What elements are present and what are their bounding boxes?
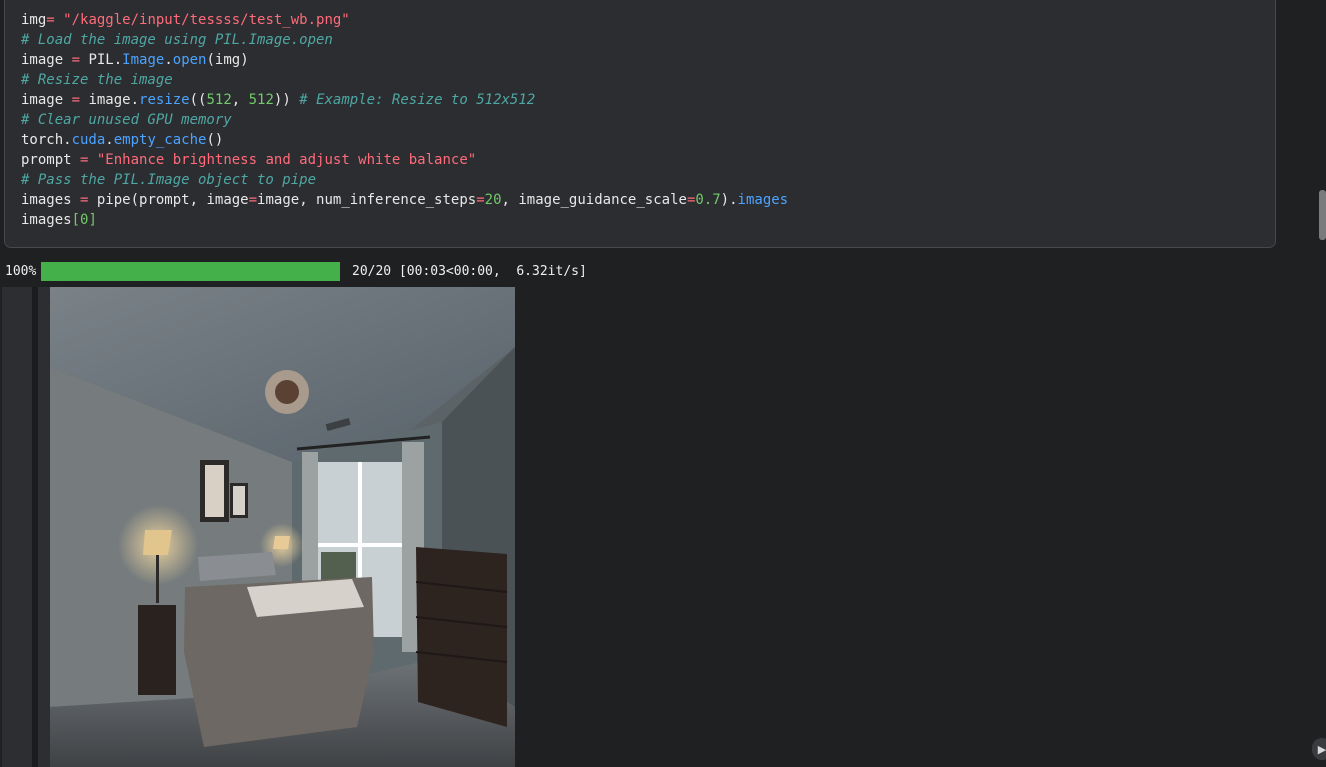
code-token: )) — [273, 92, 300, 108]
code-token: img — [21, 12, 47, 28]
code-token: torch. — [21, 132, 72, 148]
code-cell[interactable]: img= "/kaggle/input/tessss/test_wb.png" #… — [4, 0, 1276, 248]
code-token: 0.7 — [695, 192, 721, 208]
code-line: prompt = "Enhance brightness and adjust … — [21, 150, 788, 170]
code-token: ] — [88, 212, 97, 228]
code-token: image. — [80, 92, 140, 108]
code-token: images — [737, 192, 789, 208]
code-token: images — [21, 192, 81, 208]
code-token: [ — [71, 212, 81, 228]
progress-bar — [41, 261, 340, 281]
code-token: (img) — [206, 52, 249, 68]
code-line: images[0] — [21, 210, 788, 230]
code-token: 512 — [206, 92, 232, 108]
code-line: # Resize the image — [21, 70, 788, 90]
code-line: image = PIL.Image.open(img) — [21, 50, 788, 70]
code-line: image = image.resize((512, 512)) # Examp… — [21, 90, 788, 110]
play-icon[interactable]: ▶ — [1312, 738, 1326, 760]
code-token: , image_guidance_scale — [501, 192, 687, 208]
code-line: # Load the image using PIL.Image.open — [21, 30, 788, 50]
code-token: cuda — [71, 132, 106, 148]
code-line: img= "/kaggle/input/tessss/test_wb.png" — [21, 10, 788, 30]
code-line: images = pipe(prompt, image=image, num_i… — [21, 190, 788, 210]
code-line: # Pass the PIL.Image object to pipe — [21, 170, 788, 190]
code-token: # Resize the image — [21, 72, 173, 88]
code-token: = — [71, 92, 81, 108]
code-token: images — [21, 212, 72, 228]
code-token: = — [46, 12, 55, 28]
code-token: pipe(prompt, image — [88, 192, 249, 208]
progress-status: 20/20 [00:03<00:00, 6.32it/s] — [352, 263, 587, 279]
code-token: image, num_inference_steps — [257, 192, 477, 208]
code-line: # Clear unused GPU memory — [21, 110, 788, 130]
code-token: = — [476, 192, 485, 208]
code-token: # Clear unused GPU memory — [21, 112, 232, 128]
code-token: prompt — [21, 152, 81, 168]
code-token: 20 — [484, 192, 502, 208]
code-token: = — [248, 192, 258, 208]
vertical-scrollbar-thumb[interactable] — [1319, 190, 1326, 240]
code-token: "/kaggle/input/tessss/test_wb.png" — [54, 12, 350, 28]
code-token: image — [21, 52, 72, 68]
code-token: image — [21, 92, 72, 108]
code-token: # Pass the PIL.Image object to pipe — [21, 172, 317, 188]
code-editor[interactable]: img= "/kaggle/input/tessss/test_wb.png" #… — [21, 10, 788, 230]
code-token: "Enhance brightness and adjust white bal… — [88, 152, 477, 168]
code-token: # Example: Resize to 512x512 — [299, 92, 536, 108]
code-token: open — [172, 52, 207, 68]
code-token: # Load the image using PIL.Image.open — [21, 32, 333, 48]
output-image — [2, 287, 515, 767]
code-token: . — [105, 132, 114, 148]
progress-row: 100% 20/20 [00:03<00:00, 6.32it/s] — [5, 261, 587, 281]
code-token: empty_cache — [113, 132, 207, 148]
code-token: Image — [122, 52, 165, 68]
bedroom-image — [2, 287, 515, 767]
code-token: PIL. — [80, 52, 123, 68]
progress-percent: 100% — [5, 263, 37, 279]
code-token: ). — [720, 192, 738, 208]
code-token: () — [206, 132, 224, 148]
code-token: (( — [189, 92, 207, 108]
code-line: torch.cuda.empty_cache() — [21, 130, 788, 150]
code-token: , — [231, 92, 249, 108]
code-token: 512 — [248, 92, 274, 108]
code-token: = — [71, 52, 81, 68]
code-token: resize — [139, 92, 190, 108]
code-token: . — [164, 52, 173, 68]
